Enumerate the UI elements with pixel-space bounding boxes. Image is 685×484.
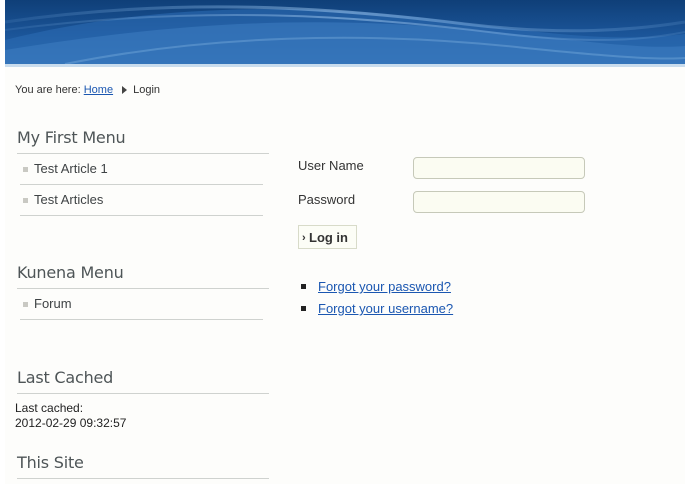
menu-item-forum[interactable]: Forum — [20, 289, 263, 320]
menu-list: Forum — [17, 289, 263, 320]
list-item: Forgot your username? — [298, 302, 453, 324]
module-kunena-menu: Kunena Menu Forum — [17, 258, 269, 320]
breadcrumb-current: Login — [133, 84, 161, 96]
menu-item-label: Forum — [34, 296, 72, 311]
username-input[interactable] — [413, 157, 585, 179]
menu-item-label: Test Article 1 — [34, 161, 108, 176]
username-label: User Name — [298, 158, 364, 173]
breadcrumb-prefix: You are here: — [15, 84, 81, 96]
banner-swoosh-graphic — [5, 5, 685, 64]
breadcrumb-arrow-icon — [122, 86, 128, 94]
last-cached-label: Last cached: — [15, 401, 84, 415]
bullet-icon — [23, 198, 28, 203]
forgot-username-link[interactable]: Forgot your username? — [318, 301, 453, 316]
last-cached-value: 2012-02-29 09:32:57 — [15, 416, 127, 430]
module-this-site: This Site — [17, 448, 269, 479]
header-banner — [5, 0, 685, 64]
menu-item-test-article-1[interactable]: Test Article 1 — [20, 154, 263, 185]
breadcrumb: You are here: Home Login — [15, 84, 160, 96]
menu-list: Test Article 1 Test Articles — [17, 154, 263, 216]
bullet-icon — [301, 284, 306, 289]
breadcrumb-home-link[interactable]: Home — [84, 84, 113, 96]
banner-divider — [5, 64, 685, 67]
module-title: Last Cached — [17, 363, 269, 394]
module-my-first-menu: My First Menu Test Article 1 Test Articl… — [17, 123, 269, 216]
list-item: Forgot your password? — [298, 280, 453, 302]
forgot-password-link[interactable]: Forgot your password? — [318, 279, 451, 294]
password-label: Password — [298, 192, 356, 207]
bullet-icon — [23, 302, 28, 307]
bullet-icon — [301, 306, 306, 311]
module-last-cached: Last Cached Last cached: 2012-02-29 09:3… — [15, 363, 269, 431]
module-title: My First Menu — [17, 123, 269, 154]
module-title: This Site — [17, 448, 269, 479]
login-button-label: Log in — [309, 230, 348, 245]
chevron-right-icon: › — [302, 232, 306, 244]
menu-item-test-articles[interactable]: Test Articles — [20, 185, 263, 216]
login-button[interactable]: › Log in — [298, 225, 357, 249]
last-cached-info: Last cached: 2012-02-29 09:32:57 — [15, 401, 269, 431]
module-title: Kunena Menu — [17, 258, 269, 289]
page: You are here: Home Login My First Menu T… — [5, 0, 685, 484]
bullet-icon — [23, 167, 28, 172]
login-help-links: Forgot your password? Forgot your userna… — [298, 280, 453, 324]
menu-item-label: Test Articles — [34, 192, 104, 207]
password-input[interactable] — [413, 191, 585, 213]
